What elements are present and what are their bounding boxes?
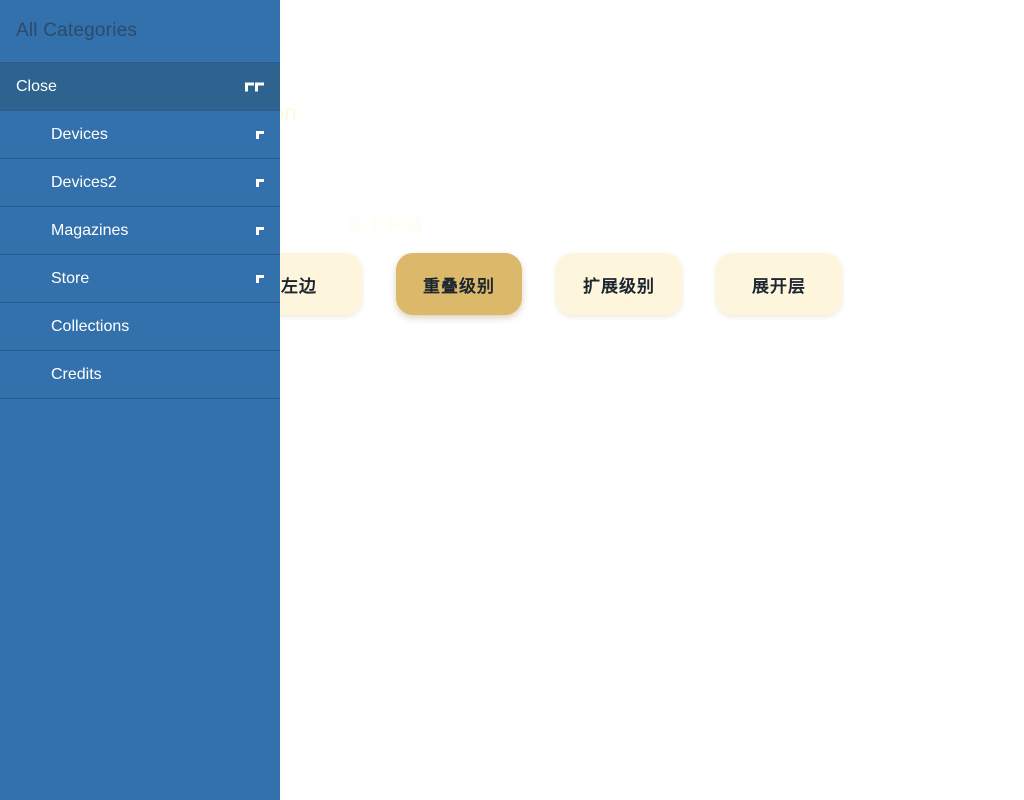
corner-icon — [256, 130, 264, 139]
sidebar-item-devices2[interactable]: Devices2 — [0, 159, 280, 207]
sidebar-item-devices[interactable]: Devices — [0, 111, 280, 159]
category-sidebar: All Categories Close Devices Devices2 Ma… — [0, 0, 280, 800]
sidebar-item-label: Devices — [51, 125, 108, 143]
sidebar-item-close[interactable]: Close — [0, 63, 280, 111]
sidebar-item-credits[interactable]: Credits — [0, 351, 280, 399]
sidebar-item-label: Store — [51, 269, 90, 287]
double-corner-icon — [245, 82, 264, 91]
sidebar-title: All Categories — [16, 20, 138, 41]
overlap-level-button[interactable]: 重叠级别 — [396, 253, 522, 315]
sidebar-item-label: Devices2 — [51, 173, 117, 191]
sidebar-item-label: Credits — [51, 365, 102, 383]
corner-icon — [256, 274, 264, 283]
sidebar-item-collections[interactable]: Collections — [0, 303, 280, 351]
sidebar-item-magazines[interactable]: Magazines — [0, 207, 280, 255]
section-label: 关卡开放 — [346, 216, 426, 236]
sidebar-item-label: Magazines — [51, 221, 129, 239]
corner-icon — [256, 178, 264, 187]
level-button-group: 左边 重叠级别 扩展级别 展开层 — [236, 253, 842, 315]
sidebar-item-label: Close — [16, 77, 57, 95]
sidebar-menu-list: Close Devices Devices2 Magazines Store C… — [0, 62, 280, 399]
expand-layer-button[interactable]: 展开层 — [716, 253, 842, 315]
corner-icon — [256, 226, 264, 235]
sidebar-item-store[interactable]: Store — [0, 255, 280, 303]
expand-level-button[interactable]: 扩展级别 — [556, 253, 682, 315]
sidebar-item-label: Collections — [51, 317, 130, 335]
